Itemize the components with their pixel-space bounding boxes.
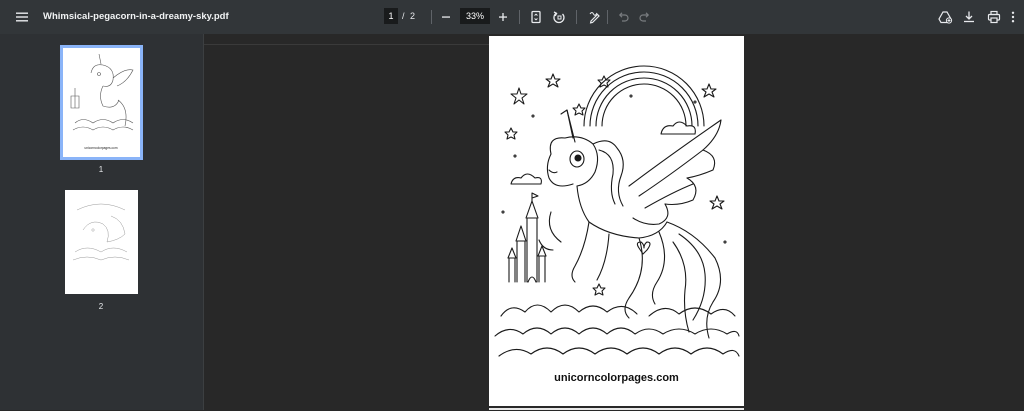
page-total: 2: [410, 11, 416, 21]
zoom-in-button[interactable]: [492, 6, 514, 28]
plus-icon: [499, 13, 507, 21]
toolbar-divider: [431, 10, 432, 24]
redo-icon: [639, 12, 650, 22]
undo-icon: [618, 12, 629, 22]
thumbnail-page-number: 2: [98, 302, 104, 311]
zoom-out-button[interactable]: [435, 6, 457, 28]
annotate-button[interactable]: [584, 6, 606, 28]
thumbnail-page-2[interactable]: [65, 190, 138, 294]
thumbnail-page-1[interactable]: unicorncolorpages.com: [60, 45, 143, 160]
page-2-thumbnail-image: [72, 203, 130, 261]
toolbar-divider: [576, 10, 577, 24]
page-watermark-text: unicorncolorpages.com: [554, 372, 679, 384]
print-button[interactable]: [983, 6, 1005, 28]
document-title: Whimsical-pegacorn-in-a-dreamy-sky.pdf: [43, 11, 229, 22]
menu-icon: [16, 12, 28, 22]
page-1-thumbnail-image: unicorncolorpages.com: [70, 53, 134, 150]
redo-button[interactable]: [634, 6, 656, 28]
thumbnail-sidebar: unicorncolorpages.com 1 2: [0, 34, 204, 410]
fit-page-icon: [531, 10, 541, 24]
rotate-button[interactable]: [548, 6, 570, 28]
more-vert-icon: [1011, 11, 1015, 23]
page-separator: /: [402, 11, 405, 21]
download-icon: [964, 11, 974, 23]
minus-icon: [442, 16, 450, 18]
fit-page-button[interactable]: [525, 6, 547, 28]
toolbar-divider: [519, 10, 520, 24]
pdf-toolbar: Whimsical-pegacorn-in-a-dreamy-sky.pdf 1…: [0, 0, 1024, 34]
pdf-page-1[interactable]: unicorncolorpages.com: [489, 36, 744, 406]
zoom-level-input[interactable]: 33%: [460, 8, 490, 24]
add-to-drive-icon: [938, 11, 953, 24]
add-to-drive-button[interactable]: [934, 6, 956, 28]
pegacorn-illustration: [494, 65, 740, 357]
viewer-divider: [204, 44, 490, 45]
download-button[interactable]: [958, 6, 980, 28]
menu-button[interactable]: [11, 6, 33, 28]
page-number-input[interactable]: 1: [384, 8, 398, 24]
print-icon: [987, 10, 1001, 24]
toolbar-divider: [607, 10, 608, 24]
pen-icon: [589, 12, 600, 24]
more-options-button[interactable]: [1004, 6, 1022, 28]
rotate-icon: [553, 11, 565, 24]
svg-text:unicorncolorpages.com: unicorncolorpages.com: [85, 146, 118, 150]
thumbnail-page-number: 1: [98, 165, 104, 174]
undo-button[interactable]: [612, 6, 634, 28]
